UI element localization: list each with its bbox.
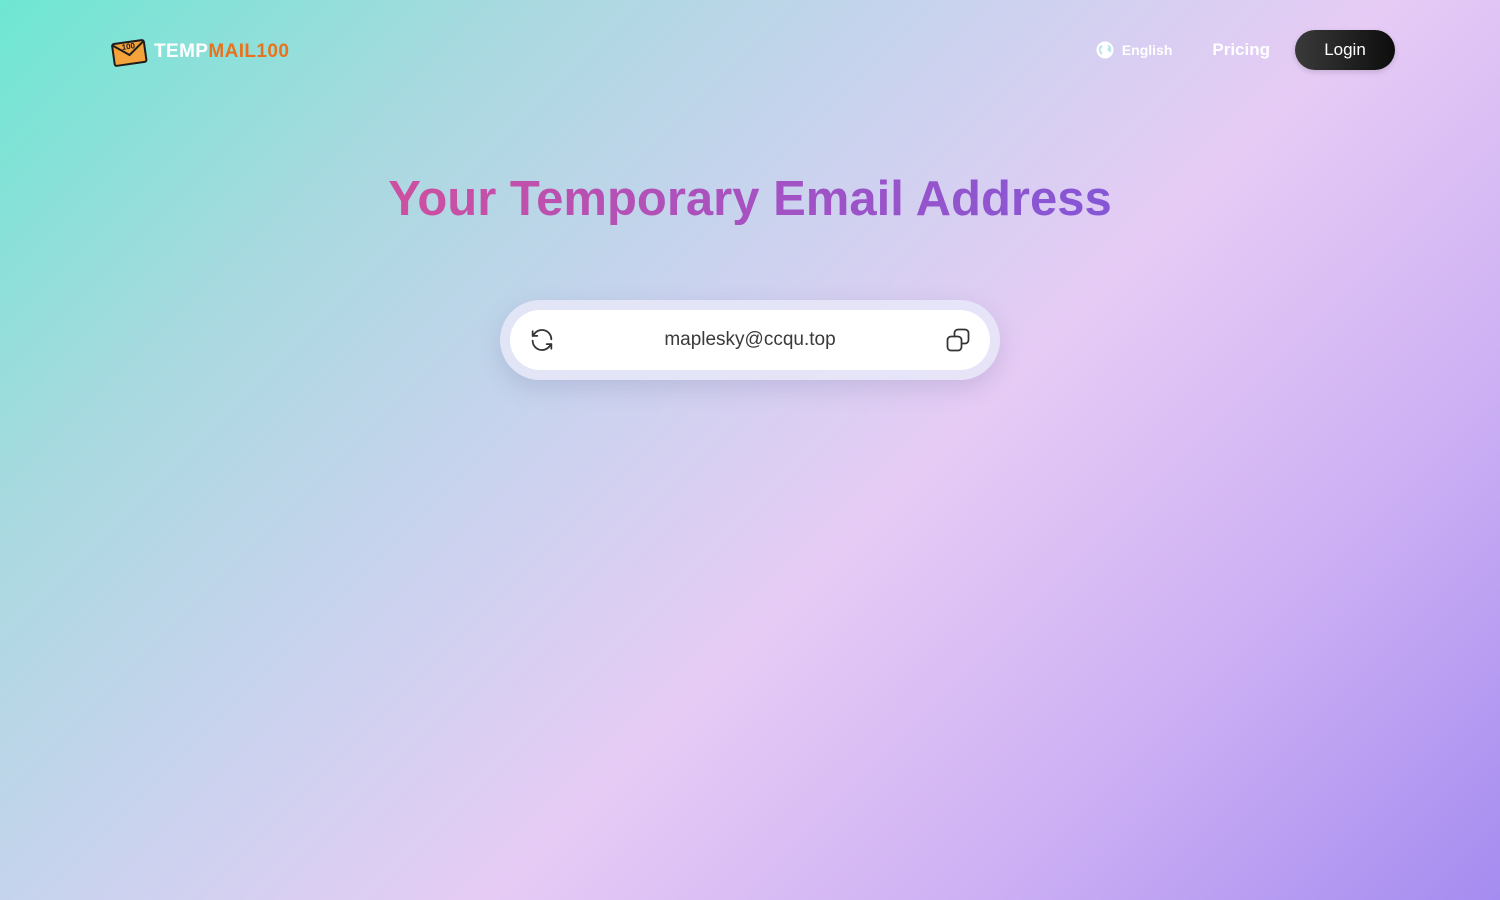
top-nav: English Pricing Login — [1096, 30, 1395, 70]
logo-text: TEMPMAIL100 — [154, 42, 289, 61]
refresh-button[interactable] — [528, 326, 556, 354]
email-field: maplesky@ccqu.top — [510, 310, 990, 370]
copy-icon — [946, 328, 970, 352]
page-title: Your Temporary Email Address — [0, 168, 1500, 230]
login-button[interactable]: Login — [1295, 30, 1395, 70]
language-label: English — [1121, 42, 1173, 58]
header: 100 TEMPMAIL100 English Pricing Login — [0, 0, 1500, 100]
logo-text-mail100: MAIL100 — [208, 40, 290, 62]
globe-icon — [1096, 41, 1114, 59]
refresh-icon — [531, 329, 553, 351]
language-selector[interactable]: English — [1096, 41, 1173, 59]
envelope-logo-icon: 100 — [111, 39, 148, 67]
copy-button[interactable] — [944, 326, 972, 354]
page-title-text: Your Temporary Email Address — [388, 172, 1112, 226]
email-box: maplesky@ccqu.top — [500, 300, 1000, 380]
logo[interactable]: 100 TEMPMAIL100 — [110, 34, 289, 68]
email-address[interactable]: maplesky@ccqu.top — [570, 310, 930, 370]
svg-text:100: 100 — [121, 41, 136, 52]
pricing-link[interactable]: Pricing — [1212, 40, 1270, 60]
logo-text-temp: TEMP — [154, 40, 209, 62]
